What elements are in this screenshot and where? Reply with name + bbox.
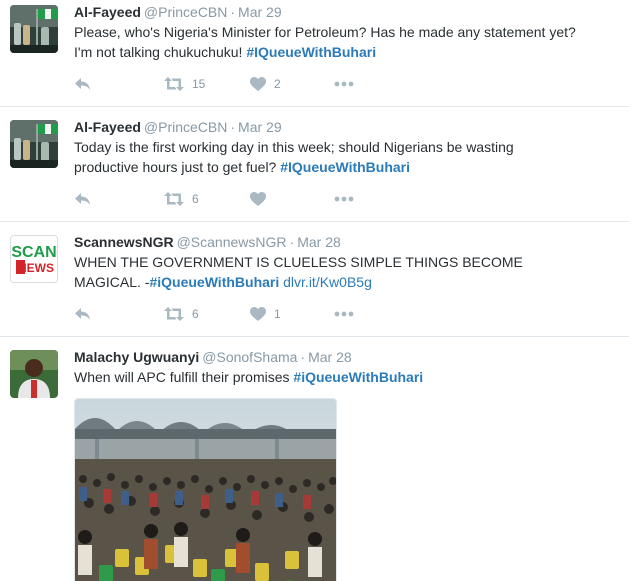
heart-icon [250,192,266,206]
more-button[interactable] [334,311,374,317]
retweet-icon [164,77,184,91]
user-handle[interactable]: @PrinceCBN [144,4,227,20]
retweet-count: 15 [192,77,206,91]
more-icon [334,81,354,87]
user-handle[interactable]: @SonofShama [202,349,297,365]
tweet-date[interactable]: Mar 28 [297,234,341,250]
separator: · [230,119,236,135]
tweet-actions: 6 1 [74,304,374,324]
retweet-button[interactable]: 6 [164,307,250,321]
avatar-person-icon [10,350,58,398]
tweet-text-segment: I'm not talking chukuchuku! [74,44,247,60]
like-button[interactable] [250,192,334,206]
url-link[interactable]: dlvr.it/Kw0B5g [283,274,372,290]
heart-icon [250,77,266,91]
tweet-text: WHEN THE GOVERNMENT IS CLUELESS SIMPLE T… [74,252,625,292]
retweet-count: 6 [192,192,199,206]
tweet-text: Please, who's Nigeria's Minister for Pet… [74,22,625,62]
tweet-date[interactable]: Mar 29 [238,4,282,20]
tweet-text: Today is the first working day in this w… [74,137,625,177]
avatar[interactable] [10,5,58,53]
tweet[interactable]: Malachy Ugwuanyi @SonofShama · Mar 28 When … [0,337,629,581]
tweet-header: Al-Fayeed @PrinceCBN · Mar 29 [74,117,625,137]
logo-text-bottom: NEWS [18,261,54,275]
more-icon [334,196,354,202]
hashtag-link[interactable]: #IQueueWithBuhari [246,44,376,60]
like-button[interactable]: 2 [250,77,334,91]
avatar-flag-bottles-icon [10,120,58,168]
tweet-text: When will APC fulfill their promises #iQ… [74,367,625,387]
tweet-text-segment: When will APC fulfill their promises [74,369,294,385]
retweet-icon [164,307,184,321]
hashtag-link[interactable]: #iQueueWithBuhari [293,369,423,385]
tweet-actions: 15 2 [74,74,374,94]
tweet-actions: 6 [74,189,374,209]
tweet-header: ScannewsNGR @ScannewsNGR · Mar 28 [74,232,625,252]
retweet-button[interactable]: 6 [164,192,250,206]
user-name[interactable]: Al-Fayeed [74,4,141,20]
like-count: 2 [274,77,281,91]
reply-button[interactable] [74,192,164,206]
avatar[interactable] [10,120,58,168]
tweet-photo[interactable] [74,398,337,581]
logo-text-top: SCAN [11,244,56,261]
avatar[interactable]: SCAN NEWS [10,235,58,283]
tweet-date[interactable]: Mar 29 [238,119,282,135]
tweet-text-line: When will APC fulfill their promises #iQ… [74,367,625,387]
hashtag-link[interactable]: #iQueueWithBuhari [149,274,279,290]
retweet-count: 6 [192,307,199,321]
retweet-icon [164,192,184,206]
tweet-header: Al-Fayeed @PrinceCBN · Mar 29 [74,2,625,22]
like-count: 1 [274,307,281,321]
reply-icon [75,193,90,205]
tweet-text-line: WHEN THE GOVERNMENT IS CLUELESS SIMPLE T… [74,254,523,270]
like-button[interactable]: 1 [250,307,334,321]
more-button[interactable] [334,81,374,87]
separator: · [300,349,306,365]
avatar-flag-bottles-icon [10,5,58,53]
tweet[interactable]: Al-Fayeed @PrinceCBN · Mar 29 Please, who's… [0,0,629,107]
tweet-text-line: Please, who's Nigeria's Minister for Pet… [74,24,576,40]
photo-fuel-station-queue-icon [75,399,336,581]
reply-icon [75,308,90,320]
separator: · [230,4,236,20]
tweet-header: Malachy Ugwuanyi @SonofShama · Mar 28 [74,347,625,367]
tweet-date[interactable]: Mar 28 [308,349,352,365]
user-name[interactable]: ScannewsNGR [74,234,174,250]
tweet-text-line: I'm not talking chukuchuku! #IQueueWithB… [74,42,625,62]
avatar[interactable] [10,350,58,398]
tweet-text-line: productive hours just to get fuel? #IQue… [74,157,625,177]
tweet-text-line: Today is the first working day in this w… [74,139,514,155]
user-handle[interactable]: @ScannewsNGR [177,234,287,250]
tweet-text-segment: MAGICAL. - [74,274,150,290]
more-icon [334,311,354,317]
more-button[interactable] [334,196,374,202]
tweet[interactable]: SCAN NEWS ScannewsNGR @ScannewsNGR · Mar 28… [0,222,629,337]
tweet[interactable]: Al-Fayeed @PrinceCBN · Mar 29 Today is the … [0,107,629,222]
user-name[interactable]: Al-Fayeed [74,119,141,135]
user-name[interactable]: Malachy Ugwuanyi [74,349,199,365]
tweet-text-segment: productive hours just to get fuel? [74,159,281,175]
heart-icon [250,307,266,321]
reply-icon [75,78,90,90]
user-handle[interactable]: @PrinceCBN [144,119,227,135]
hashtag-link[interactable]: #IQueueWithBuhari [280,159,410,175]
reply-button[interactable] [74,307,164,321]
reply-button[interactable] [74,77,164,91]
separator: · [289,234,295,250]
tweet-text-line: MAGICAL. -#iQueueWithBuhari dlvr.it/Kw0B… [74,272,625,292]
retweet-button[interactable]: 15 [164,77,250,91]
scannews-logo-icon: SCAN NEWS [11,236,57,282]
